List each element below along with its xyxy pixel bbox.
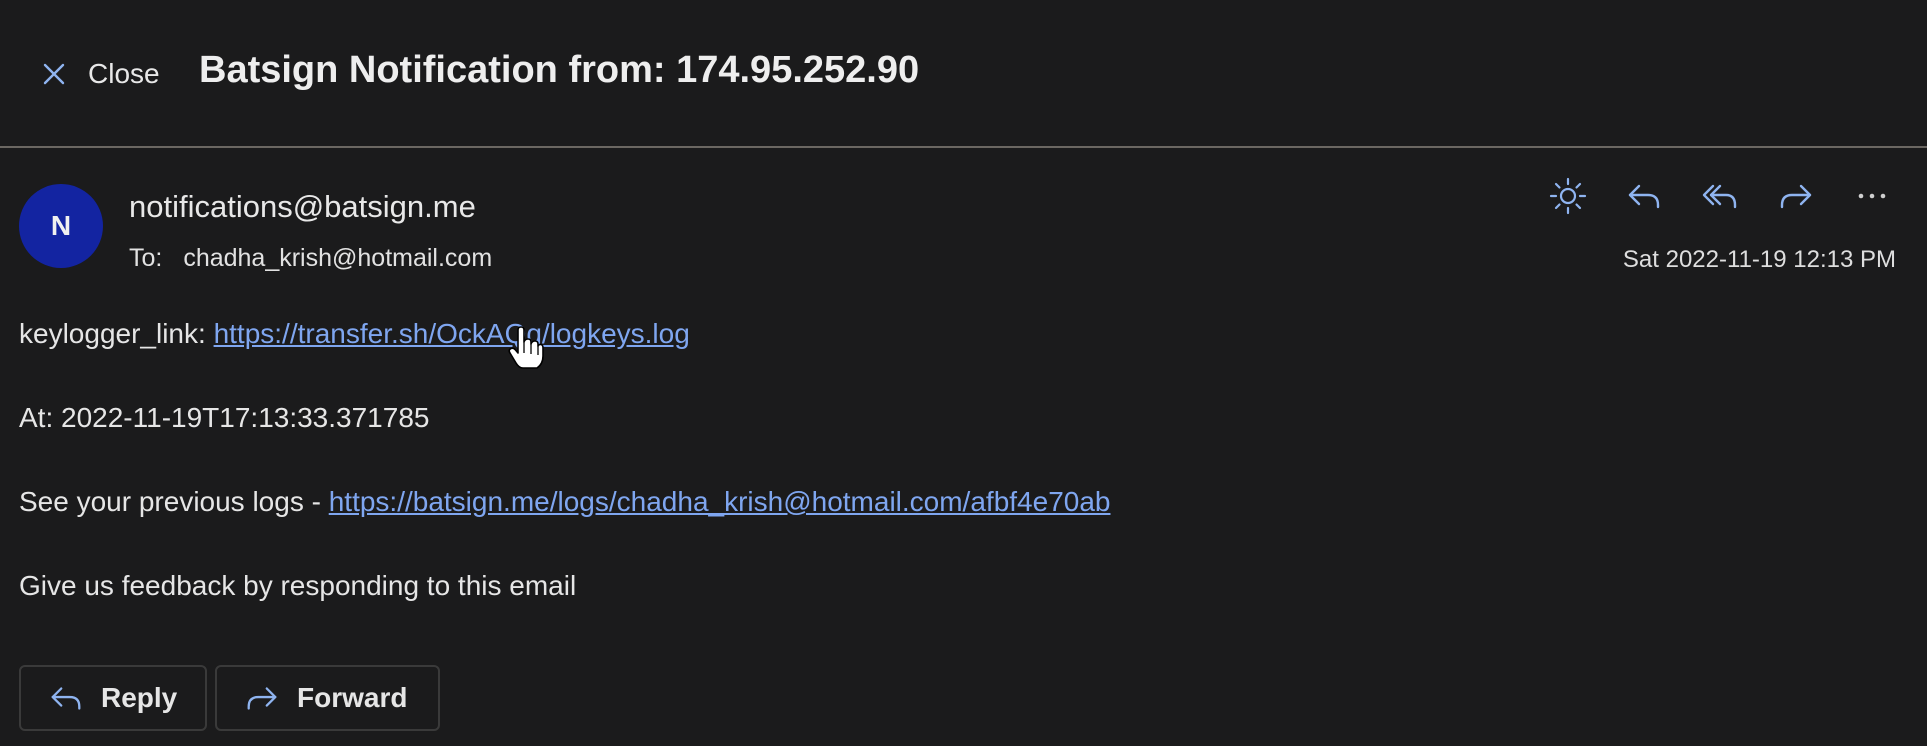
forward-icon (247, 687, 277, 710)
email-subject: Batsign Notification from: 174.95.252.90 (199, 49, 920, 91)
recipient-address[interactable]: chadha_krish@hotmail.com (183, 244, 492, 272)
reply-icon[interactable] (1624, 176, 1664, 216)
more-icon[interactable] (1852, 176, 1892, 216)
reply-icon (51, 687, 81, 710)
avatar[interactable]: N (19, 184, 103, 268)
message-date: Sat 2022-11-19 12:13 PM (1622, 246, 1896, 273)
forward-icon[interactable] (1776, 176, 1816, 216)
sender-address[interactable]: notifications@batsign.me (129, 189, 476, 225)
close-label: Close (88, 58, 160, 89)
reply-all-icon[interactable] (1700, 176, 1740, 216)
reply-label: Reply (101, 682, 178, 713)
keylogger-label: keylogger_link: (19, 318, 214, 349)
previous-logs-link[interactable]: https://batsign.me/logs/chadha_krish@hot… (329, 486, 1111, 517)
previous-logs-line: See your previous logs - https://batsign… (19, 486, 1110, 518)
to-label: To: (129, 244, 163, 272)
message-actions (1548, 176, 1892, 216)
recipient-line: To: chadha_krish@hotmail.com (129, 244, 492, 273)
forward-label: Forward (297, 682, 408, 713)
hand-cursor-icon (508, 326, 544, 369)
feedback-line: Give us feedback by responding to this e… (19, 570, 577, 601)
timestamp-line: At: 2022-11-19T17:13:33.371785 (19, 402, 430, 433)
close-icon (43, 63, 65, 85)
close-button[interactable]: Close (36, 52, 160, 96)
sun-icon[interactable] (1548, 176, 1588, 216)
reply-button[interactable]: Reply (19, 665, 207, 731)
forward-button[interactable]: Forward (215, 665, 440, 731)
reading-pane-header: Close Batsign Notification from: 174.95.… (0, 0, 1927, 148)
keylogger-link[interactable]: https://transfer.sh/OckAQq/logkeys.log (214, 318, 690, 349)
keylogger-line: keylogger_link: https://transfer.sh/OckA… (19, 318, 690, 350)
previous-logs-label: See your previous logs - (19, 486, 329, 517)
